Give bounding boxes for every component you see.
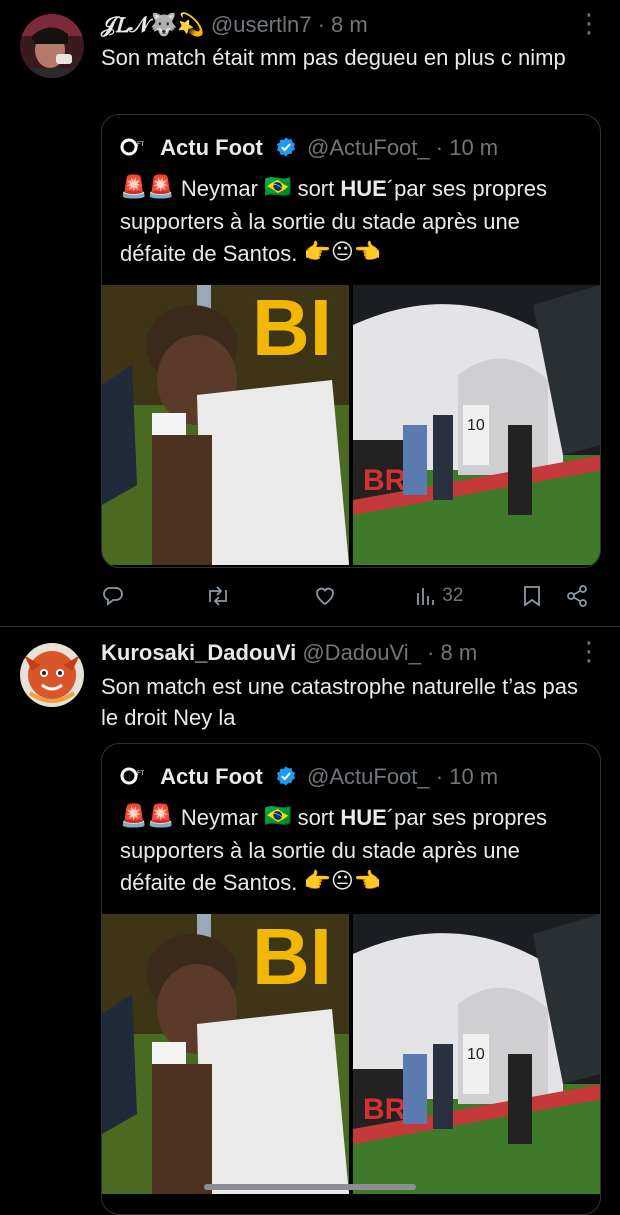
reply-icon: [103, 587, 123, 606]
timestamp[interactable]: · 8 m: [318, 12, 368, 37]
display-name[interactable]: Kurosaki_DadouVi: [101, 640, 296, 665]
tweet-text: Son match est une catastrophe naturelle …: [101, 674, 578, 730]
share-icon: [567, 585, 587, 607]
retweet-icon: [209, 586, 227, 606]
media-image-tunnel[interactable]: BR 10: [353, 285, 600, 565]
media-image-player[interactable]: BI: [102, 914, 349, 1194]
siren-emoji: 🚨🚨: [120, 174, 175, 200]
quoted-display-name[interactable]: Actu Foot: [160, 135, 263, 160]
quoted-text-bold: HUE: [340, 805, 387, 830]
verified-badge-icon: [276, 137, 295, 157]
quoted-tweet[interactable]: FT Actu Foot @ActuFoot_ · 10 m 🚨🚨 Neymar…: [101, 743, 601, 1215]
pointing-face-emoji: 👉😐👈: [303, 868, 382, 894]
actufoot-logo-icon: FT: [120, 138, 145, 156]
quoted-text-part: sort: [291, 176, 341, 201]
quoted-tweet-header: FT Actu Foot @ActuFoot_ · 10 m: [120, 762, 498, 792]
username[interactable]: @DadouVi_: [302, 640, 421, 665]
views-button[interactable]: 32: [415, 576, 463, 616]
more-icon[interactable]: ⋮: [576, 8, 602, 38]
sponsor-text: BI: [252, 914, 332, 1001]
views-count: 32: [442, 585, 464, 606]
avatar[interactable]: [20, 14, 84, 78]
brazil-flag-emoji: 🇧🇷: [264, 174, 292, 200]
quoted-username[interactable]: @ActuFoot_: [307, 135, 430, 160]
svg-text:FT: FT: [137, 142, 145, 148]
quoted-text-bold: HUE: [340, 176, 387, 201]
quoted-timestamp[interactable]: · 10 m: [436, 764, 498, 789]
actufoot-logo-icon: FT: [120, 767, 145, 785]
svg-text:FT: FT: [137, 771, 145, 777]
quoted-display-name[interactable]: Actu Foot: [160, 764, 263, 789]
quoted-text-part: Neymar: [180, 805, 265, 830]
tweet-actions: 32: [101, 576, 591, 616]
quoted-media[interactable]: BI BR 10: [102, 285, 600, 565]
heart-icon: [316, 587, 334, 606]
username[interactable]: @usertln7: [211, 12, 312, 37]
brazil-flag-emoji: 🇧🇷: [264, 803, 292, 829]
quoted-media[interactable]: BI BR 10: [102, 914, 600, 1194]
more-icon[interactable]: ⋮: [576, 636, 602, 666]
avatar[interactable]: [20, 643, 84, 707]
media-image-player[interactable]: BI: [102, 285, 349, 565]
tweet[interactable]: 𝒥𝐿𝒩🐺💫 @usertln7 · 8 m ⋮ Son match était …: [0, 0, 620, 626]
share-button[interactable]: [565, 576, 589, 616]
quoted-tweet[interactable]: FT Actu Foot @ActuFoot_ · 10 m 🚨🚨 Neymar…: [101, 114, 601, 568]
like-button[interactable]: [313, 576, 337, 616]
timestamp[interactable]: · 8 m: [427, 640, 477, 665]
quoted-text-part: sort: [291, 805, 341, 830]
jersey-number-text: 10: [467, 417, 485, 434]
tweet-header: 𝒥𝐿𝒩🐺💫 @usertln7 · 8 m ⋮: [101, 8, 602, 42]
views-icon: [417, 587, 434, 605]
media-image-tunnel[interactable]: BR 10: [353, 914, 600, 1194]
quoted-tweet-text: 🚨🚨 Neymar 🇧🇷 sort HUE´par ses propres su…: [120, 802, 586, 900]
retweet-button[interactable]: [205, 576, 231, 616]
verified-badge-icon: [276, 766, 295, 786]
quoted-tweet-header: FT Actu Foot @ActuFoot_ · 10 m: [120, 133, 498, 163]
tweet-text: Son match était mm pas degueu en plus c …: [101, 45, 566, 70]
quoted-username[interactable]: @ActuFoot_: [307, 764, 430, 789]
siren-emoji: 🚨🚨: [120, 803, 175, 829]
quoted-timestamp[interactable]: · 10 m: [436, 135, 498, 160]
pointing-face-emoji: 👉😐👈: [303, 239, 382, 265]
sponsor-text: BI: [252, 285, 332, 372]
jersey-number-text: 10: [467, 1046, 485, 1063]
quoted-tweet-text: 🚨🚨 Neymar 🇧🇷 sort HUE´par ses propres su…: [120, 173, 586, 271]
tweet-header: Kurosaki_DadouVi @DadouVi_ · 8 m ⋮: [101, 636, 602, 670]
tweet[interactable]: Kurosaki_DadouVi @DadouVi_ · 8 m ⋮ Son m…: [0, 627, 620, 1215]
bookmark-icon: [524, 586, 540, 607]
reply-button[interactable]: [101, 576, 125, 616]
home-indicator[interactable]: [204, 1184, 416, 1190]
bookmark-button[interactable]: [521, 576, 543, 616]
display-name[interactable]: 𝒥𝐿𝒩🐺💫: [101, 12, 205, 37]
quoted-text-part: Neymar: [180, 176, 265, 201]
